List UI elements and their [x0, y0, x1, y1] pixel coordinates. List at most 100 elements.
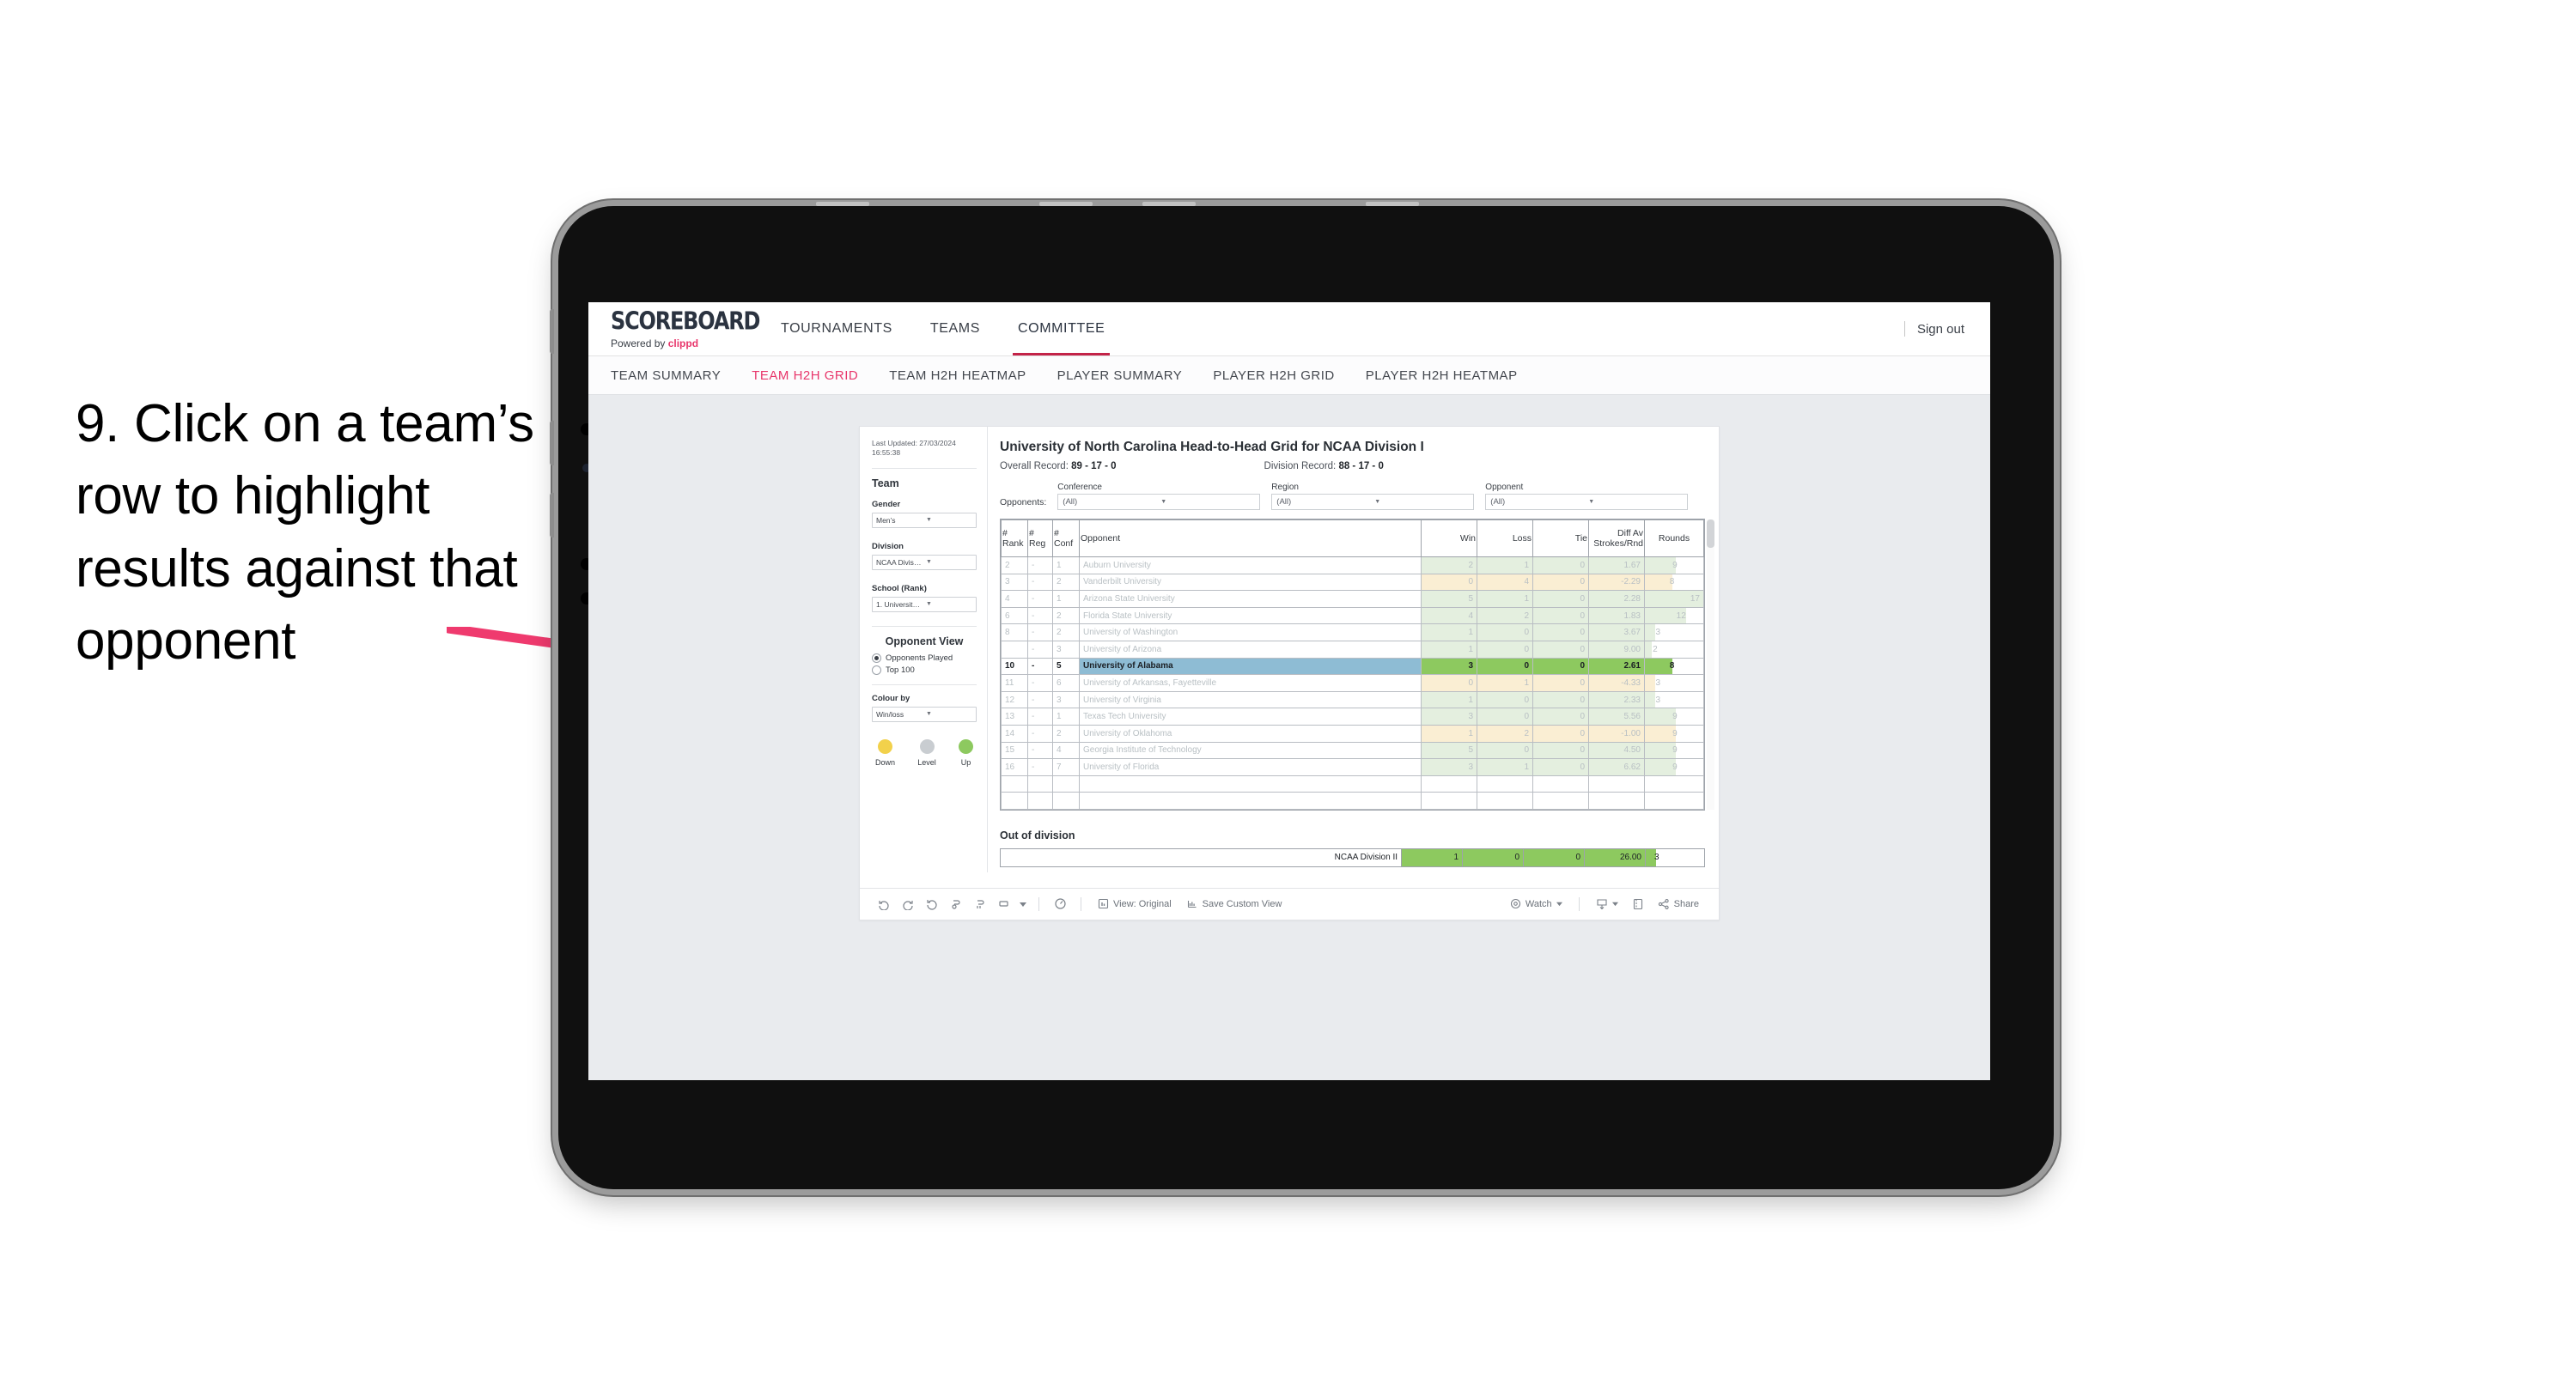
device-button[interactable]	[550, 493, 554, 538]
conference-filter-select[interactable]: (All) ▼	[1057, 494, 1261, 510]
col-header-rank: # Rank	[1001, 519, 1028, 557]
empty-cell	[1421, 775, 1477, 793]
cell-diff: 2.28	[1588, 590, 1645, 608]
tab-team-h2h-heatmap[interactable]: TEAM H2H HEATMAP	[889, 368, 1026, 383]
share-button[interactable]: Share	[1650, 898, 1707, 910]
download-button[interactable]	[1588, 898, 1626, 910]
cell-loss: 0	[1477, 708, 1533, 726]
view-original-button[interactable]: View: Original	[1090, 898, 1179, 909]
chevron-down-icon: ▼	[926, 517, 932, 524]
tab-player-h2h-grid[interactable]: PLAYER H2H GRID	[1213, 368, 1334, 383]
division-record-label: Division Record:	[1264, 461, 1339, 471]
table-row[interactable]: 10-5 University of Alabama 3 0 0 2.61 8	[1001, 657, 1704, 676]
tab-player-h2h-heatmap[interactable]: PLAYER H2H HEATMAP	[1366, 368, 1518, 383]
region-filter-select[interactable]: (All) ▼	[1271, 494, 1475, 510]
region-filter-caption: Region	[1271, 483, 1299, 492]
cell-reg: -	[1027, 623, 1053, 641]
division-select[interactable]: NCAA Division I ▼	[872, 554, 977, 570]
region-filter: Region (All) ▼	[1271, 483, 1475, 510]
table-row[interactable]: 2-1 Auburn University 2 1 0 1.67 9	[1001, 556, 1704, 574]
nav-item-committee[interactable]: COMMITTEE	[999, 302, 1124, 355]
fullscreen-icon[interactable]	[1626, 893, 1650, 915]
cell-opponent: Texas Tech University	[1079, 708, 1422, 726]
cell-reg: -	[1027, 741, 1053, 760]
cell-reg: -	[1027, 606, 1053, 625]
table-row[interactable]: NCAA Division II 1 0 0 26.00 3	[1000, 847, 1705, 867]
revert-icon[interactable]	[920, 893, 944, 915]
cell-rounds: 9	[1644, 758, 1704, 776]
overall-record: Overall Record: 89 - 17 - 0	[1000, 461, 1117, 471]
colour-by-select[interactable]: Win/loss ▼	[872, 706, 977, 722]
cell-diff: -2.29	[1588, 573, 1645, 592]
nav-item-teams[interactable]: TEAMS	[911, 302, 999, 355]
table-row[interactable]: 6-2 Florida State University 4 2 0 1.83 12	[1001, 606, 1704, 625]
device-button[interactable]	[550, 421, 554, 465]
table-row[interactable]: 3-2 Vanderbilt University 0 4 0 -2.29 8	[1001, 573, 1704, 592]
table-scrollbar-thumb[interactable]	[1707, 519, 1714, 548]
table-row[interactable]: 12-3 University of Virginia 1 0 0 2.33 3	[1001, 690, 1704, 709]
school-select[interactable]: 1. University of Nort… ▼	[872, 596, 977, 612]
device-button[interactable]	[550, 309, 554, 354]
save-custom-view-button[interactable]: Save Custom View	[1179, 898, 1290, 909]
rounds-value: 9	[1672, 745, 1678, 756]
table-row[interactable]: 15-4 Georgia Institute of Technology 5 0 0 4.…	[1001, 741, 1704, 760]
redo-icon[interactable]	[896, 893, 920, 915]
radio-icon	[872, 665, 881, 675]
cell-reg: -	[1027, 708, 1053, 726]
table-scrollbar[interactable]	[1707, 519, 1714, 810]
page-title: University of North Carolina Head-to-Hea…	[1000, 440, 1424, 454]
table-row[interactable]: 4-1 Arizona State University 5 1 0 2.28 17	[1001, 590, 1704, 608]
empty-cell	[1644, 775, 1704, 793]
refresh-icon[interactable]	[944, 893, 968, 915]
watch-button[interactable]: Watch	[1502, 898, 1570, 909]
region-filter-value: (All)	[1276, 497, 1292, 507]
chevron-down-icon	[1556, 902, 1562, 907]
cell-reg: -	[1027, 590, 1053, 608]
colour-by-label: Colour by	[872, 693, 910, 703]
table-row[interactable]: 8-2 University of Washington 1 0 0 3.67 3	[1001, 623, 1704, 641]
cell-tie: 0	[1532, 690, 1589, 709]
cell-opponent: University of Alabama	[1079, 657, 1422, 676]
pause-icon[interactable]	[968, 893, 992, 915]
table-row[interactable]: 16-7 University of Florida 3 1 0 6.62 9	[1001, 758, 1704, 776]
rounds-value: 3	[1655, 628, 1661, 638]
tab-team-h2h-grid[interactable]: TEAM H2H GRID	[752, 368, 858, 383]
reset-icon[interactable]	[1048, 893, 1072, 915]
table-row[interactable]: 14-2 University of Oklahoma 1 2 0 -1.00 9	[1001, 724, 1704, 743]
tab-player-summary[interactable]: PLAYER SUMMARY	[1057, 368, 1183, 383]
cell-opponent: University of Arizona	[1079, 640, 1422, 659]
table-row[interactable]: -3 University of Arizona 1 0 0 9.00 2	[1001, 640, 1704, 659]
opponent-view-heading: Opponent View	[885, 635, 964, 647]
nav-item-tournaments[interactable]: TOURNAMENTS	[762, 302, 911, 355]
table-row[interactable]: 13-1 Texas Tech University 3 0 0 5.56 9	[1001, 708, 1704, 726]
cell-opponent: University of Washington	[1079, 623, 1422, 641]
app-header: SCOREBOARD Powered by clippd TOURNAMENTS…	[588, 302, 1990, 356]
table-row[interactable]: 11-6 University of Arkansas, Fayetteville…	[1001, 674, 1704, 692]
empty-cell	[1532, 775, 1589, 793]
rectangle-select-icon[interactable]	[992, 893, 1016, 915]
cell-tie: 0	[1532, 640, 1589, 659]
gender-value: Men’s	[876, 515, 896, 525]
antenna-line	[1366, 202, 1419, 206]
sign-out-link[interactable]: Sign out	[1917, 322, 1964, 337]
view-original-label: View: Original	[1113, 898, 1172, 909]
brand-logo[interactable]: SCOREBOARD Powered by clippd	[588, 302, 762, 355]
cell-conf: 2	[1052, 623, 1080, 641]
table-body: 2-1 Auburn University 2 1 0 1.67 9 3-2 Vanderbil…	[1001, 556, 1704, 810]
ood-diff: 26.00	[1584, 847, 1646, 867]
cell-rank: 4	[1001, 590, 1028, 608]
division-record-value: 88 - 17 - 0	[1338, 461, 1384, 471]
radio-top-100[interactable]: Top 100	[872, 665, 977, 675]
cell-diff: 2.61	[1588, 657, 1645, 676]
cell-win: 5	[1421, 590, 1477, 608]
chevron-down-icon[interactable]	[1016, 893, 1030, 915]
empty-cell	[1027, 775, 1053, 793]
cell-rank	[1001, 640, 1028, 659]
opponent-filter-select[interactable]: (All) ▼	[1485, 494, 1689, 510]
undo-icon[interactable]	[872, 893, 896, 915]
radio-opponents-played[interactable]: Opponents Played	[872, 653, 977, 663]
tab-team-summary[interactable]: TEAM SUMMARY	[611, 368, 721, 383]
gender-select[interactable]: Men’s ▼	[872, 512, 977, 528]
cell-conf: 2	[1052, 606, 1080, 625]
cell-rounds: 9	[1644, 556, 1704, 574]
